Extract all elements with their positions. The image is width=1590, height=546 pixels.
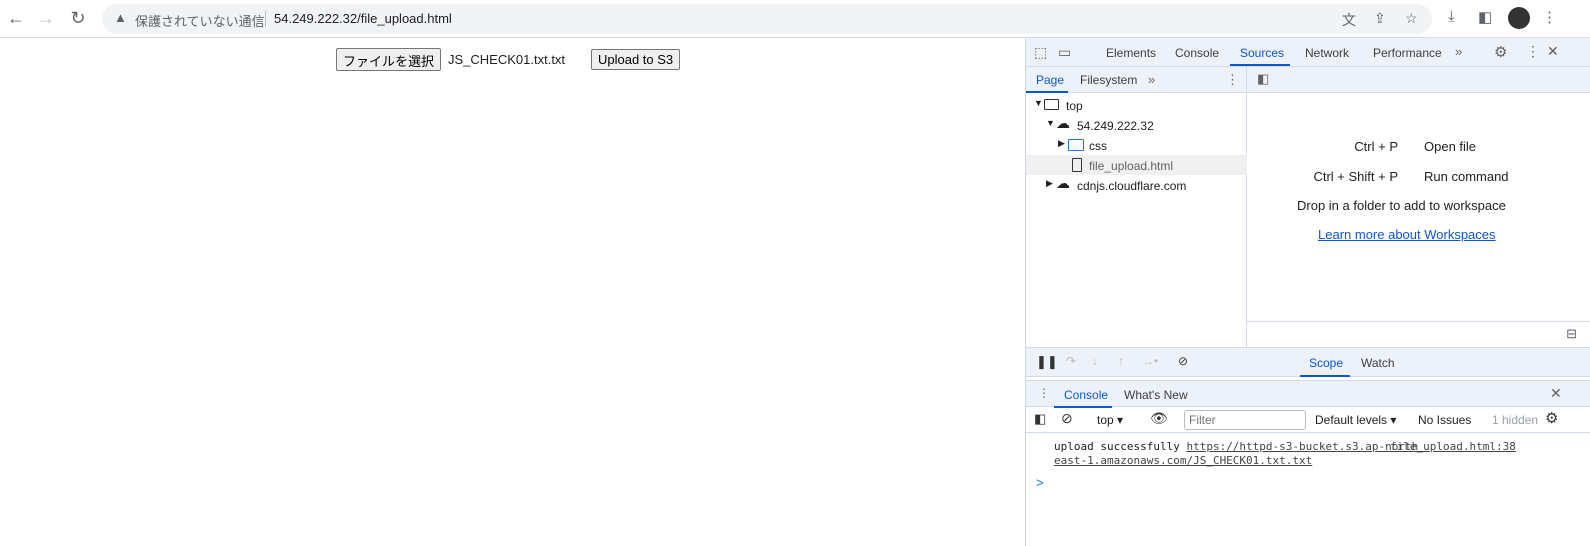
console-settings-gear-icon[interactable]: ⚙ — [1545, 409, 1558, 427]
tree-item-top[interactable]: ▼ top — [1026, 95, 1247, 115]
settings-gear-icon[interactable]: ⚙ — [1494, 43, 1507, 61]
learn-more-link[interactable]: Learn more about Workspaces — [1318, 227, 1496, 242]
folder-icon — [1068, 139, 1084, 151]
tab-performance[interactable]: Performance — [1373, 46, 1442, 60]
devtools-tabbar: ⬚ ▭ Elements Console Sources Network Per… — [1026, 38, 1590, 67]
more-tabs-icon[interactable]: » — [1455, 44, 1462, 59]
step-icon[interactable]: →• — [1142, 354, 1158, 368]
editor-statusbar: ⊟ — [1247, 321, 1590, 347]
translate-icon[interactable]: 文 — [1342, 10, 1356, 30]
devtools-panel: ⬚ ▭ Elements Console Sources Network Per… — [1025, 38, 1590, 546]
log-levels-select[interactable]: Default levels ▾ — [1315, 413, 1396, 427]
more-options-icon[interactable]: ⋮ — [1226, 72, 1239, 88]
avatar[interactable] — [1508, 7, 1530, 29]
context-select[interactable]: top ▾ — [1097, 413, 1123, 427]
tab-console[interactable]: Console — [1175, 46, 1219, 60]
console-prompt[interactable]: > — [1036, 475, 1044, 490]
tab-whats-new[interactable]: What's New — [1124, 388, 1188, 402]
console-toolbar: ◧ ⊘ top ▾ 👁 Default levels ▾ No Issues 1… — [1026, 407, 1590, 433]
close-drawer-icon[interactable]: ✕ — [1550, 385, 1562, 402]
tab-network[interactable]: Network — [1305, 46, 1349, 60]
bookmark-star-icon[interactable]: ☆ — [1405, 10, 1418, 27]
warning-icon: ▲ — [114, 10, 127, 25]
more-tabs-icon[interactable]: » — [1148, 72, 1155, 87]
active-tab-indicator — [1300, 375, 1350, 377]
s3-url-link[interactable]: https://httpd-s3-bucket.s3.ap-north — [1186, 440, 1418, 453]
editor-placeholder: Ctrl + P Open file Ctrl + Shift + P Run … — [1297, 139, 1509, 242]
close-icon[interactable]: ✕ — [1547, 43, 1559, 60]
tab-scope[interactable]: Scope — [1309, 356, 1343, 370]
step-out-icon[interactable]: ↑ — [1118, 354, 1124, 368]
tab-sources[interactable]: Sources — [1240, 46, 1284, 60]
inspect-element-icon[interactable]: ⬚ — [1034, 44, 1047, 61]
tree-item-css-folder[interactable]: ▶ css — [1026, 135, 1247, 155]
more-options-icon[interactable]: ⋮ — [1526, 43, 1540, 60]
reload-icon[interactable]: ↻ — [68, 8, 88, 29]
divider — [265, 11, 266, 27]
choose-file-button[interactable]: ファイルを選択 — [336, 48, 442, 71]
issues-button[interactable]: No Issues — [1418, 413, 1471, 427]
clear-console-icon[interactable]: ⊘ — [1061, 410, 1073, 427]
cloud-icon: ☁ — [1056, 115, 1070, 131]
drawer-tabbar: ⋮ Console What's New ✕ — [1026, 380, 1590, 408]
tree-item-cdn[interactable]: ▶ ☁ cdnjs.cloudflare.com — [1026, 175, 1247, 195]
show-sidebar-icon[interactable]: ◧ — [1034, 411, 1046, 427]
deactivate-breakpoints-icon[interactable]: ⊘ — [1178, 354, 1188, 368]
device-toolbar-icon[interactable]: ▭ — [1058, 44, 1071, 61]
pause-icon[interactable]: ❚❚ — [1036, 354, 1058, 370]
forward-icon[interactable]: → — [36, 8, 56, 29]
hidden-count: 1 hidden — [1492, 413, 1539, 427]
frame-icon — [1044, 99, 1059, 110]
menu-icon[interactable]: ⋮ — [1542, 8, 1557, 26]
step-into-icon[interactable]: ↓ — [1092, 354, 1098, 368]
file-icon — [1072, 158, 1082, 172]
s3-url-link-continued[interactable]: east-1.amazonaws.com/JS_CHECK01.txt.txt — [1054, 454, 1312, 467]
browser-toolbar: ← → ↻ ▲ 保護されていない通信 54.249.222.32/file_up… — [0, 0, 1590, 38]
tree-item-host[interactable]: ▼ ☁ 54.249.222.32 — [1026, 115, 1247, 135]
console-message: upload successfully https://httpd-s3-buc… — [1054, 440, 1516, 467]
tree-item-file[interactable]: file_upload.html — [1026, 155, 1247, 175]
selected-file-name: JS_CHECK01.txt.txt — [448, 52, 566, 67]
tab-elements[interactable]: Elements — [1106, 46, 1156, 60]
filter-input[interactable] — [1184, 410, 1306, 430]
navigator-tabbar: Page Filesystem » ⋮ — [1026, 67, 1247, 93]
tab-page[interactable]: Page — [1036, 73, 1064, 87]
share-icon[interactable]: ⇪ — [1374, 10, 1386, 27]
address-bar[interactable]: ▲ 保護されていない通信 54.249.222.32/file_upload.h… — [102, 4, 1432, 34]
debugger-toolbar: ❚❚ ↷ ↓ ↑ →• ⊘ Scope Watch — [1026, 347, 1590, 377]
file-tree: ▼ top ▼ ☁ 54.249.222.32 ▶ css file_upload.ht… — [1026, 93, 1247, 347]
toggle-navigator-icon[interactable]: ◧ — [1257, 71, 1269, 87]
security-label: 保護されていない通信 — [135, 14, 265, 29]
upload-button[interactable]: Upload to S3 — [591, 49, 681, 70]
live-expression-eye-icon[interactable]: 👁 — [1150, 410, 1168, 427]
step-over-icon[interactable]: ↷ — [1066, 354, 1076, 368]
tab-watch[interactable]: Watch — [1361, 356, 1395, 370]
source-location-link[interactable]: file_upload.html:38 — [1390, 440, 1516, 454]
back-icon[interactable]: ← — [6, 8, 26, 29]
cloud-icon: ☁ — [1056, 175, 1070, 191]
toggle-debugger-icon[interactable]: ⊟ — [1566, 326, 1577, 342]
tab-filesystem[interactable]: Filesystem — [1080, 73, 1137, 87]
download-icon[interactable]: ⤓ — [1448, 8, 1455, 25]
url-text[interactable]: 54.249.222.32/file_upload.html — [274, 11, 452, 26]
drawer-menu-icon[interactable]: ⋮ — [1038, 386, 1050, 400]
editor-toolbar: ◧ — [1247, 67, 1590, 93]
active-tab-indicator — [1230, 64, 1290, 66]
side-panel-icon[interactable]: ◧ — [1478, 8, 1492, 26]
tab-drawer-console[interactable]: Console — [1064, 388, 1108, 402]
